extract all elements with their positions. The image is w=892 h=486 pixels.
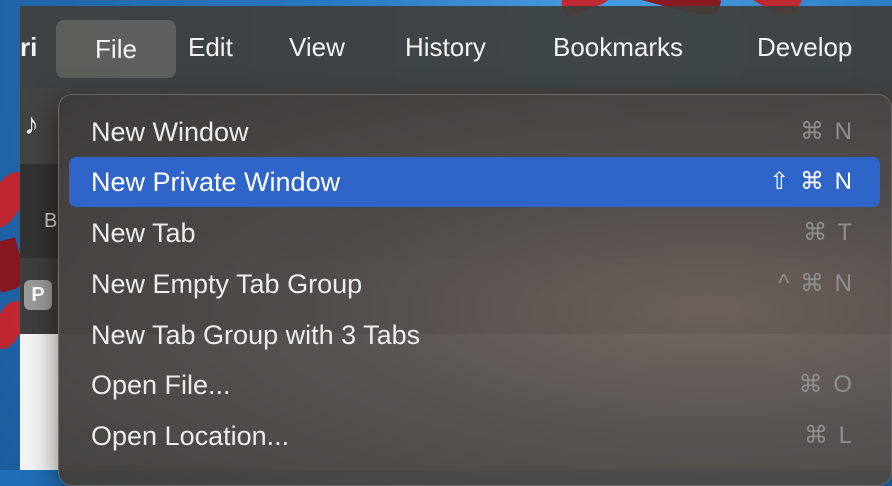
menu-history[interactable]: History bbox=[405, 6, 486, 88]
menu-item-label: New Window bbox=[91, 117, 249, 147]
menu-item-new-window[interactable]: New Window ⌘ N bbox=[69, 107, 880, 157]
menu-develop[interactable]: Develop bbox=[757, 6, 852, 88]
menu-edit[interactable]: Edit bbox=[188, 6, 233, 88]
menu-item-new-tab-group-with-tabs[interactable]: New Tab Group with 3 Tabs bbox=[69, 310, 880, 360]
menu-item-label: Open File... bbox=[91, 370, 231, 400]
profile-badge[interactable]: P bbox=[24, 280, 52, 310]
menu-item-new-tab[interactable]: New Tab ⌘ T bbox=[69, 208, 880, 258]
menu-bookmarks[interactable]: Bookmarks bbox=[553, 6, 683, 88]
file-menu-dropdown: New Window ⌘ N New Private Window ⇧ ⌘ N … bbox=[58, 94, 892, 486]
menu-file[interactable]: File bbox=[56, 20, 176, 78]
app-menu-safari[interactable]: ri bbox=[20, 6, 37, 88]
menu-item-open-file[interactable]: Open File... ⌘ O bbox=[69, 360, 880, 410]
tab-label-partial[interactable]: B bbox=[44, 210, 57, 233]
menu-item-shortcut: ⌘ L bbox=[803, 422, 854, 449]
menu-item-label: Open Location... bbox=[91, 421, 290, 451]
menu-item-shortcut: ^ ⌘ N bbox=[778, 270, 854, 297]
menu-item-shortcut: ⌘ N bbox=[800, 118, 854, 145]
menu-bar: ri File Edit View History Bookmarks Deve… bbox=[20, 6, 892, 88]
menu-item-shortcut: ⌘ T bbox=[803, 219, 854, 246]
music-note-icon[interactable]: ♪ bbox=[24, 108, 39, 142]
menu-item-label: New Empty Tab Group bbox=[91, 269, 363, 299]
menu-item-label: New Tab Group with 3 Tabs bbox=[91, 320, 421, 350]
menu-view[interactable]: View bbox=[289, 6, 345, 88]
menu-item-shortcut: ⇧ ⌘ N bbox=[769, 168, 854, 195]
menu-item-shortcut: ⌘ O bbox=[798, 371, 854, 398]
menu-item-label: New Private Window bbox=[91, 167, 341, 197]
menu-item-new-private-window[interactable]: New Private Window ⇧ ⌘ N bbox=[69, 157, 880, 207]
menu-item-open-location[interactable]: Open Location... ⌘ L bbox=[69, 411, 880, 461]
menu-item-new-empty-tab-group[interactable]: New Empty Tab Group ^ ⌘ N bbox=[69, 259, 880, 309]
menu-item-label: New Tab bbox=[91, 218, 196, 248]
